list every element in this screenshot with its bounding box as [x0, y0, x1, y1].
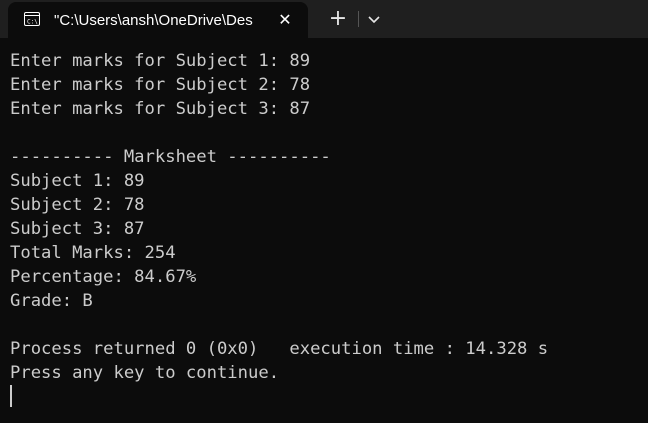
new-tab-button[interactable]: +	[326, 7, 350, 31]
console-line: Percentage: 84.67%	[10, 267, 197, 287]
terminal-icon: C:\	[24, 12, 40, 26]
console-line: Enter marks for Subject 1: 89	[10, 51, 311, 71]
console-line: Press any key to continue.	[10, 363, 280, 383]
console-output[interactable]: Enter marks for Subject 1: 89 Enter marks…	[10, 49, 644, 419]
tab-divider	[358, 11, 359, 27]
console-line: Process returned 0 (0x0) execution time …	[10, 339, 549, 359]
console-line: Total Marks: 254	[10, 243, 176, 263]
console-line: Enter marks for Subject 3: 87	[10, 99, 311, 119]
terminal-window: C:\ "C:\Users\ansh\OneDrive\Des ✕ + Ente…	[0, 0, 648, 423]
tab-bar: C:\ "C:\Users\ansh\OneDrive\Des ✕ +	[0, 0, 648, 38]
chevron-down-icon[interactable]	[364, 9, 384, 29]
console-line: Enter marks for Subject 2: 78	[10, 75, 311, 95]
console-line: Subject 2: 78	[10, 195, 145, 215]
tab-title: "C:\Users\ansh\OneDrive\Des	[54, 12, 253, 29]
console-line: Grade: B	[10, 291, 93, 311]
console-line: ---------- Marksheet ----------	[10, 147, 331, 167]
svg-text:C:\: C:\	[27, 19, 38, 26]
terminal-tab[interactable]: C:\ "C:\Users\ansh\OneDrive\Des ✕	[8, 2, 308, 38]
console-line: Subject 1: 89	[10, 171, 145, 191]
close-icon[interactable]: ✕	[276, 11, 294, 29]
text-cursor	[10, 385, 12, 407]
console-line: Subject 3: 87	[10, 219, 145, 239]
